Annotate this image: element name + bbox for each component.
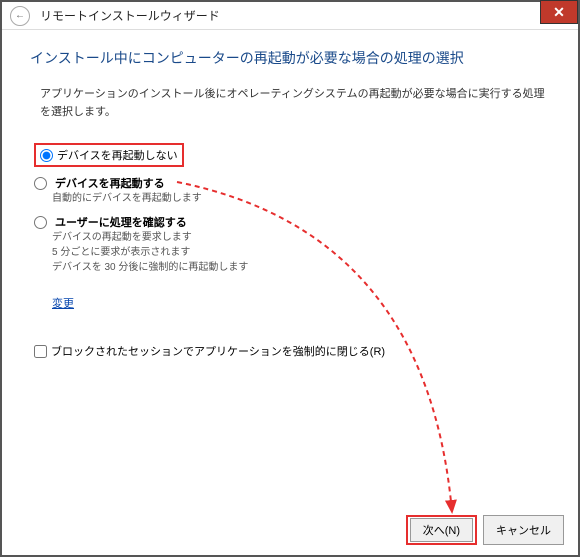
back-arrow-icon: ← xyxy=(15,10,25,21)
back-button[interactable]: ← xyxy=(10,6,30,26)
page-heading: インストール中にコンピューターの再起動が必要な場合の処理の選択 xyxy=(30,48,550,68)
highlight-option-1: デバイスを再起動しない xyxy=(34,143,184,167)
option-prompt-user: ユーザーに処理を確認する デバイスの再起動を要求します 5 分ごとに要求が表示さ… xyxy=(34,214,550,275)
titlebar: ← リモートインストールウィザード ✕ xyxy=(2,2,578,30)
wizard-window: ← リモートインストールウィザード ✕ インストール中にコンピューターの再起動が… xyxy=(0,0,580,557)
next-button[interactable]: 次へ(N) xyxy=(410,518,473,542)
radio-prompt[interactable] xyxy=(34,216,47,229)
page-description: アプリケーションのインストール後にオペレーティングシステムの再起動が必要な場合に… xyxy=(30,86,550,121)
radio-restart[interactable] xyxy=(34,177,47,190)
cancel-button[interactable]: キャンセル xyxy=(483,515,564,545)
label-no-restart: デバイスを再起動しない xyxy=(57,147,178,163)
sub-restart: 自動的にデバイスを再起動します xyxy=(34,191,550,206)
close-button[interactable]: ✕ xyxy=(540,0,578,24)
content-area: インストール中にコンピューターの再起動が必要な場合の処理の選択 アプリケーション… xyxy=(2,30,578,369)
close-icon: ✕ xyxy=(553,4,565,21)
force-close-checkbox[interactable] xyxy=(34,345,47,358)
sub-prompt-3: デバイスを 30 分後に強制的に再起動します xyxy=(34,260,550,275)
force-close-label: ブロックされたセッションでアプリケーションを強制的に閉じる(R) xyxy=(51,343,385,359)
change-link[interactable]: 変更 xyxy=(52,295,74,311)
highlight-next: 次へ(N) xyxy=(406,515,477,545)
option-no-restart: デバイスを再起動しない xyxy=(34,143,550,167)
footer-buttons: 次へ(N) キャンセル xyxy=(406,515,564,545)
radio-no-restart[interactable] xyxy=(40,149,53,162)
option-restart: デバイスを再起動する 自動的にデバイスを再起動します xyxy=(34,175,550,206)
sub-prompt-1: デバイスの再起動を要求します xyxy=(34,230,550,245)
label-prompt: ユーザーに処理を確認する xyxy=(55,214,187,230)
force-close-row: ブロックされたセッションでアプリケーションを強制的に閉じる(R) xyxy=(30,343,550,359)
sub-prompt-2: 5 分ごとに要求が表示されます xyxy=(34,245,550,260)
restart-options: デバイスを再起動しない デバイスを再起動する 自動的にデバイスを再起動します ユ… xyxy=(30,143,550,311)
window-title: リモートインストールウィザード xyxy=(40,7,220,24)
label-restart: デバイスを再起動する xyxy=(55,175,165,191)
